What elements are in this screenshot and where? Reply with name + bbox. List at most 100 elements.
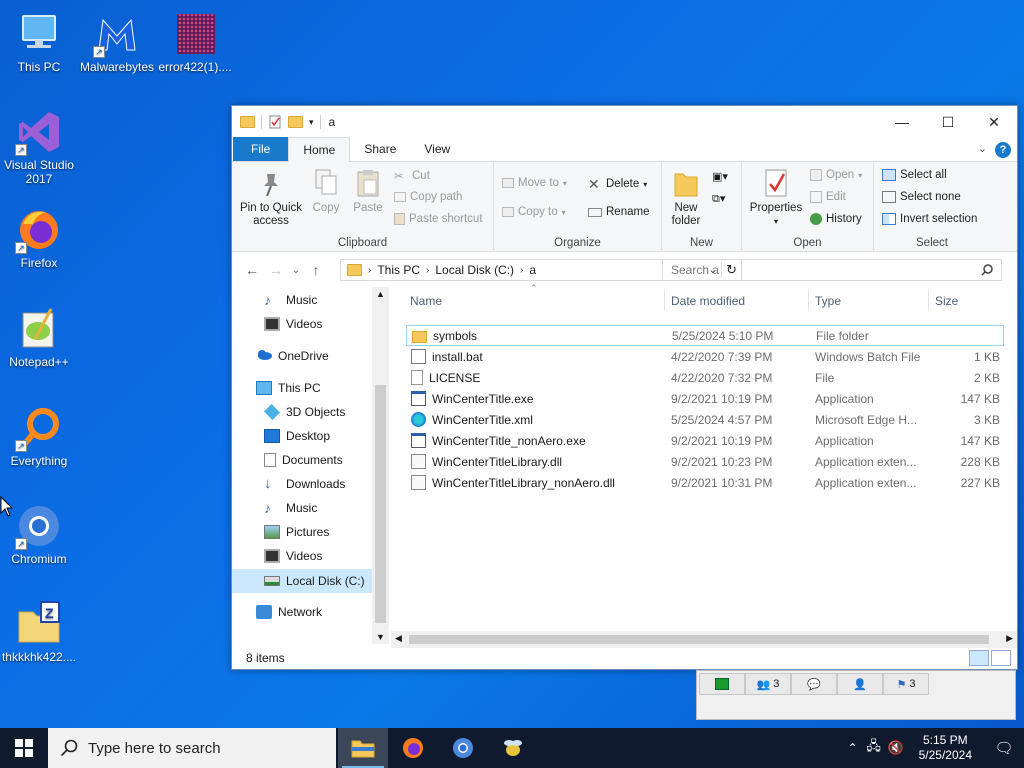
nav-item-music-2[interactable]: ♪ Music	[264, 501, 317, 515]
help-icon[interactable]: ?	[995, 142, 1011, 158]
taskbar-firefox[interactable]	[388, 728, 438, 768]
tray-flag-icon[interactable]: ⚑ 3	[883, 673, 929, 695]
nav-item-videos[interactable]: Videos	[264, 317, 322, 331]
open-button[interactable]: Open ▾	[810, 169, 862, 181]
desktop-icon-this-pc[interactable]: This PC	[0, 10, 78, 74]
column-header-date[interactable]: Date modified	[671, 287, 745, 315]
file-row[interactable]: symbols 5/25/2024 5:10 PM File folder	[406, 325, 1004, 346]
search-box[interactable]: Search a	[662, 259, 1002, 281]
taskbar-search-box[interactable]: Type here to search	[48, 728, 336, 768]
tab-share[interactable]: Share	[350, 137, 410, 161]
file-row[interactable]: WinCenterTitle.exe 9/2/2021 10:19 PM Appli…	[406, 388, 1004, 409]
ribbon-collapse-icon[interactable]: ⌄	[978, 142, 987, 155]
recent-locations-button[interactable]: ⌄	[288, 265, 304, 276]
nav-scrollbar[interactable]: ▲ ▼	[372, 287, 389, 644]
minimize-button[interactable]: —	[879, 106, 925, 138]
edit-button[interactable]: Edit	[810, 191, 846, 203]
search-input[interactable]: Search a	[671, 263, 719, 277]
new-folder-button[interactable]: New folder	[666, 168, 706, 228]
desktop-icon-error422[interactable]: error422(1)....	[156, 10, 234, 74]
customize-qa-icon[interactable]: ▾	[309, 117, 314, 128]
up-button[interactable]: ↑	[304, 262, 328, 278]
taskbar-chromium[interactable]	[438, 728, 488, 768]
scroll-up-icon[interactable]: ▲	[376, 289, 385, 299]
breadcrumb-this-pc[interactable]: This PC	[377, 263, 420, 277]
back-button[interactable]: ←	[240, 262, 264, 278]
desktop-icon-thkkkhk[interactable]: Z thkkkhk422....	[0, 600, 78, 664]
easy-access-icon[interactable]: ⧉▾	[712, 192, 734, 208]
details-view-icon[interactable]	[969, 650, 989, 666]
file-row[interactable]: WinCenterTitle_nonAero.exe 9/2/2021 10:19…	[406, 430, 1004, 451]
rename-button[interactable]: Rename	[588, 206, 649, 218]
tab-home[interactable]: Home	[288, 137, 351, 162]
move-to-button[interactable]: Move to ▾	[502, 177, 567, 189]
desktop-icon-notepadpp[interactable]: Notepad++	[0, 305, 78, 369]
file-row[interactable]: install.bat 4/22/2020 7:39 PM Windows Batc…	[406, 346, 1004, 367]
paste-button[interactable]: Paste	[348, 168, 388, 215]
delete-button[interactable]: ✕ Delete ▾	[588, 177, 647, 191]
start-button[interactable]	[0, 728, 48, 768]
close-button[interactable]: ✕	[971, 106, 1017, 138]
clock[interactable]: 5:15 PM 5/25/2024	[919, 733, 972, 763]
paste-shortcut-button[interactable]: Paste shortcut	[394, 213, 483, 225]
nav-item-desktop[interactable]: Desktop	[264, 429, 330, 443]
nav-item-downloads[interactable]: ↓ Downloads	[264, 476, 345, 491]
nav-item-network[interactable]: Network	[256, 605, 322, 619]
nav-item-3d-objects[interactable]: 3D Objects	[264, 404, 345, 420]
history-button[interactable]: History	[810, 213, 862, 225]
taskbar-search-input[interactable]: Type here to search	[88, 740, 221, 757]
large-icons-view-icon[interactable]	[991, 650, 1011, 666]
scroll-right-icon[interactable]: ▶	[1006, 633, 1013, 644]
tab-file[interactable]: File	[233, 137, 289, 161]
file-row[interactable]: WinCenterTitle.xml 5/25/2024 4:57 PM Micro…	[406, 409, 1004, 430]
desktop-icon-firefox[interactable]: ↗ Firefox	[0, 206, 78, 270]
tray-users-icon[interactable]: 👥 3	[745, 673, 791, 695]
maximize-button[interactable]: ☐	[925, 106, 971, 138]
copy-to-button[interactable]: Copy to ▾	[502, 206, 566, 218]
desktop-icon-malwarebytes[interactable]: ↗ Malwarebytes	[78, 10, 156, 74]
copy-button[interactable]: Copy	[306, 168, 346, 215]
column-header-size[interactable]: Size	[935, 287, 958, 315]
file-row[interactable]: WinCenterTitleLibrary.dll 9/2/2021 10:23 …	[406, 451, 1004, 472]
properties-button[interactable]: Properties ▾	[748, 168, 804, 228]
notifications-icon[interactable]: 🗨	[984, 739, 1024, 757]
nav-item-this-pc[interactable]: This PC	[256, 381, 321, 395]
show-hidden-icons-button[interactable]: ⌃	[843, 741, 863, 755]
file-row[interactable]: LICENSE 4/22/2020 7:32 PM File 2 KB	[406, 367, 1004, 388]
forward-button[interactable]: →	[264, 262, 288, 278]
tray-chat-icon[interactable]: 💬	[791, 673, 837, 695]
cut-button[interactable]: ✂ Cut	[394, 169, 430, 183]
copy-path-button[interactable]: Copy path	[394, 191, 462, 203]
desktop-icon-visual-studio[interactable]: ↗ Visual Studio 2017	[0, 108, 78, 186]
taskbar-file-explorer[interactable]	[338, 728, 388, 768]
file-row[interactable]: WinCenterTitleLibrary_nonAero.dll 9/2/202…	[406, 472, 1004, 493]
pin-quick-access-button[interactable]: Pin to Quick access	[238, 168, 304, 228]
breadcrumb-local-disk[interactable]: Local Disk (C:)	[435, 263, 514, 277]
new-folder-qa-icon[interactable]	[288, 116, 303, 128]
network-icon[interactable]: 🖧	[863, 737, 885, 759]
column-header-type[interactable]: Type	[815, 287, 841, 315]
desktop-icon-everything[interactable]: ↗ Everything	[0, 404, 78, 468]
breadcrumb-a[interactable]: a	[529, 263, 536, 277]
nav-item-documents[interactable]: Documents	[264, 453, 343, 467]
new-item-icon[interactable]: ▣▾	[712, 170, 734, 186]
title-bar[interactable]: ▾ a — ☐ ✕	[232, 106, 1017, 138]
nav-item-videos-2[interactable]: Videos	[264, 549, 322, 563]
column-header-name[interactable]: Name	[410, 287, 442, 315]
nav-item-music[interactable]: ♪ Music	[264, 293, 317, 307]
tray-people-icon[interactable]: 👤	[837, 673, 883, 695]
properties-qa-icon[interactable]	[268, 115, 282, 129]
volume-muted-icon[interactable]: 🔇	[885, 740, 907, 756]
scroll-down-icon[interactable]: ▼	[376, 632, 385, 642]
select-none-button[interactable]: Select none	[882, 191, 961, 203]
scroll-thumb[interactable]	[409, 635, 989, 644]
nav-item-onedrive[interactable]: OneDrive	[256, 349, 329, 363]
scroll-left-icon[interactable]: ◀	[395, 633, 402, 644]
select-all-button[interactable]: Select all	[882, 169, 947, 181]
tab-view[interactable]: View	[410, 137, 464, 161]
file-list-hscrollbar[interactable]: ◀ ▶	[391, 631, 1017, 648]
invert-selection-button[interactable]: Invert selection	[882, 213, 977, 225]
nav-item-local-disk[interactable]: Local Disk (C:)	[232, 569, 372, 593]
taskbar-app[interactable]	[488, 728, 538, 768]
tray-green-app-icon[interactable]	[699, 673, 745, 695]
